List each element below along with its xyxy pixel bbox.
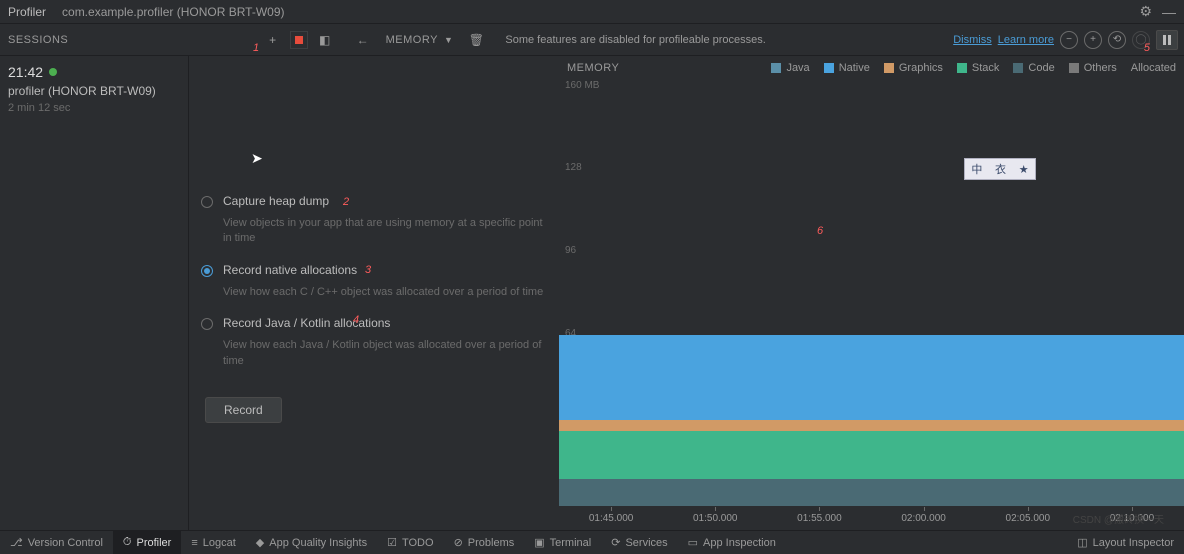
ime-btn[interactable]: 中: [971, 161, 982, 177]
radio-selected-icon: [201, 265, 213, 277]
option-label: Capture heap dump: [223, 194, 329, 208]
tab-todo[interactable]: ☑ TODO: [377, 531, 443, 554]
legend-stack: Stack: [957, 62, 1000, 74]
tab-app-inspection[interactable]: ▭ App Inspection: [678, 531, 786, 554]
option-native-alloc[interactable]: Record native allocations: [201, 263, 547, 277]
pause-button[interactable]: [1156, 30, 1178, 50]
option-java-alloc[interactable]: Record Java / Kotlin allocations: [201, 316, 547, 330]
toolbar: SESSIONS + ◧ ← MEMORY ▼ 1 🗑 Some feature…: [0, 24, 1184, 56]
tab-terminal[interactable]: ▣ Terminal: [524, 531, 601, 554]
x-tick: 01:45.000: [559, 513, 663, 524]
title-bar: Profiler com.example.profiler (HONOR BRT…: [0, 0, 1184, 24]
tab-layout-inspector[interactable]: ◫ Layout Inspector: [1067, 531, 1184, 554]
annotation-5: 5: [1144, 42, 1150, 54]
option-heap-dump[interactable]: Capture heap dump: [201, 194, 547, 208]
session-name: profiler (HONOR BRT-W09): [8, 84, 180, 98]
chart-title: MEMORY: [567, 62, 619, 74]
chevron-down-icon: ▼: [444, 35, 453, 45]
sessions-panel: 21:42 profiler (HONOR BRT-W09) 2 min 12 …: [0, 56, 189, 530]
trash-icon[interactable]: 🗑: [467, 31, 485, 49]
record-panel: ➤ Capture heap dump 2 View objects in yo…: [189, 56, 559, 530]
zoom-in-icon[interactable]: +: [1084, 31, 1102, 49]
session-duration: 2 min 12 sec: [8, 102, 180, 114]
cursor-icon: ➤: [251, 150, 263, 167]
chart-plot[interactable]: [559, 80, 1184, 506]
sessions-label: SESSIONS: [0, 34, 76, 46]
session-item[interactable]: 21:42 profiler (HONOR BRT-W09) 2 min 12 …: [0, 56, 188, 122]
watermark: CSDN @搬砖换一天: [1073, 511, 1164, 526]
gear-icon[interactable]: ⚙: [1139, 3, 1152, 20]
chart-legend: Java Native Graphics Stack Code Others A…: [771, 62, 1176, 74]
option-label: Record Java / Kotlin allocations: [223, 316, 390, 330]
memory-dropdown[interactable]: MEMORY ▼: [386, 34, 454, 46]
zoom-out-icon[interactable]: −: [1060, 31, 1078, 49]
annotation-2: 2: [343, 196, 349, 208]
x-tick: 02:00.000: [872, 513, 976, 524]
chart-header: MEMORY Java Native Graphics Stack Code O…: [559, 56, 1184, 80]
process-name[interactable]: com.example.profiler (HONOR BRT-W09): [62, 5, 285, 19]
status-dot-icon: [49, 68, 57, 76]
minimize-icon[interactable]: —: [1162, 4, 1176, 20]
legend-native: Native: [824, 62, 870, 74]
option-label: Record native allocations: [223, 263, 357, 277]
dismiss-link[interactable]: Dismiss: [953, 34, 992, 46]
x-tick: 02:05.000: [976, 513, 1080, 524]
stop-button[interactable]: [290, 31, 308, 49]
ime-btn[interactable]: 衣: [995, 161, 1006, 177]
radio-icon: [201, 196, 213, 208]
chart-body[interactable]: 160 MB 128 96 64 32 6: [559, 80, 1184, 506]
tab-problems[interactable]: ⊘ Problems: [444, 531, 525, 554]
memory-dropdown-label: MEMORY: [386, 34, 438, 46]
record-button[interactable]: Record: [205, 397, 282, 423]
panel-icon[interactable]: ◧: [316, 31, 334, 49]
legend-others: Others: [1069, 62, 1117, 74]
tab-logcat[interactable]: ≡ Logcat: [181, 531, 245, 554]
ime-btn[interactable]: ★: [1019, 163, 1029, 176]
tab-app-quality[interactable]: ◆ App Quality Insights: [246, 531, 377, 554]
tab-services[interactable]: ⟳ Services: [601, 531, 677, 554]
legend-allocated: Allocated: [1131, 62, 1176, 74]
session-time-text: 21:42: [8, 64, 43, 80]
series-stack: [559, 431, 1184, 479]
x-tick: 01:55.000: [767, 513, 871, 524]
radio-icon: [201, 318, 213, 330]
series-graphics: [559, 420, 1184, 431]
learn-more-link[interactable]: Learn more: [998, 34, 1054, 46]
memory-chart[interactable]: MEMORY Java Native Graphics Stack Code O…: [559, 56, 1184, 530]
recording-options: Capture heap dump 2 View objects in your…: [201, 194, 547, 423]
info-message: Some features are disabled for profileab…: [505, 34, 765, 46]
add-session-icon[interactable]: +: [264, 31, 282, 49]
option-desc: View how each Java / Kotlin object was a…: [223, 338, 547, 369]
main-content: 21:42 profiler (HONOR BRT-W09) 2 min 12 …: [0, 56, 1184, 530]
legend-java: Java: [771, 62, 809, 74]
annotation-3: 3: [365, 264, 371, 276]
back-icon[interactable]: ←: [354, 31, 372, 49]
annotation-1: 1: [253, 42, 259, 54]
legend-code: Code: [1013, 62, 1054, 74]
bottom-toolbar: ⎇ Version Control ⏱ Profiler ≡ Logcat ◆ …: [0, 530, 1184, 554]
reset-zoom-icon[interactable]: ⟲: [1108, 31, 1126, 49]
tab-version-control[interactable]: ⎇ Version Control: [0, 531, 113, 554]
profiler-tab-label[interactable]: Profiler: [8, 5, 46, 19]
series-native: [559, 335, 1184, 420]
ime-floating-bar[interactable]: 中 衣 ★: [964, 158, 1036, 180]
tab-profiler[interactable]: ⏱ Profiler: [113, 531, 181, 554]
series-code: [559, 479, 1184, 506]
option-desc: View objects in your app that are using …: [223, 216, 547, 247]
x-tick: 01:50.000: [663, 513, 767, 524]
option-desc: View how each C / C++ object was allocat…: [223, 285, 547, 300]
session-time: 21:42: [8, 64, 180, 80]
legend-graphics: Graphics: [884, 62, 943, 74]
annotation-4: 4: [353, 314, 359, 326]
